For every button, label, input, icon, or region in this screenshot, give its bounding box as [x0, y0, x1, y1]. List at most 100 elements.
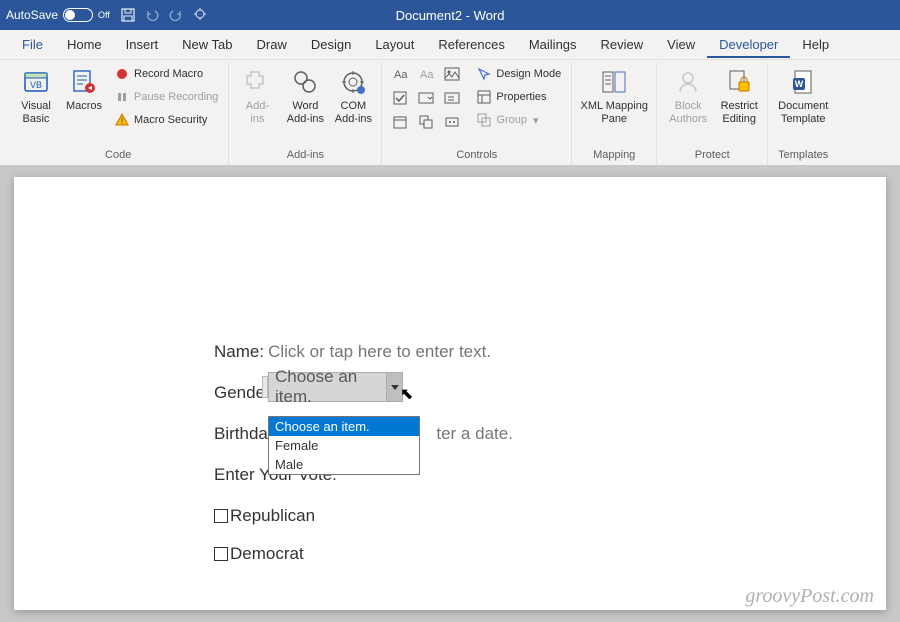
- macros-label: Macros: [66, 100, 102, 113]
- svg-text:W: W: [795, 79, 804, 89]
- group-icon: [476, 112, 492, 128]
- menu-bar: File Home Insert New Tab Draw Design Lay…: [0, 30, 900, 60]
- com-addins-icon: [337, 66, 369, 98]
- plain-text-control-icon[interactable]: Aa: [414, 63, 438, 85]
- tab-file[interactable]: File: [10, 31, 55, 58]
- addins-button: Add- ins: [235, 63, 279, 128]
- addins-icon: [241, 66, 273, 98]
- legacy-tools-icon[interactable]: [440, 111, 464, 133]
- xml-mapping-icon: [598, 66, 630, 98]
- name-placeholder[interactable]: Click or tap here to enter text.: [268, 342, 491, 362]
- group-controls-label: Controls: [456, 147, 497, 165]
- autosave-toggle[interactable]: AutoSave Off: [6, 8, 110, 22]
- xml-mapping-button[interactable]: XML Mapping Pane: [578, 63, 650, 128]
- toggle-icon: [63, 8, 93, 22]
- tab-view[interactable]: View: [655, 31, 707, 58]
- rich-text-control-icon[interactable]: Aa: [388, 63, 412, 85]
- tab-draw[interactable]: Draw: [245, 31, 299, 58]
- republican-label: Republican: [230, 506, 315, 526]
- cursor-icon: ⬉: [400, 384, 413, 404]
- tab-home[interactable]: Home: [55, 31, 114, 58]
- tab-insert[interactable]: Insert: [114, 31, 171, 58]
- autosave-label: AutoSave: [6, 8, 58, 22]
- group-protect-label: Protect: [695, 147, 730, 165]
- design-mode-icon: [476, 66, 492, 82]
- tab-help[interactable]: Help: [790, 31, 841, 58]
- tab-review[interactable]: Review: [589, 31, 656, 58]
- undo-icon[interactable]: [144, 7, 160, 23]
- redo-icon[interactable]: [168, 7, 184, 23]
- title-bar: AutoSave Off Document2 - Word: [0, 0, 900, 30]
- pause-icon: [114, 89, 130, 105]
- block-authors-icon: [672, 66, 704, 98]
- group-templates: WDocument Template Templates: [768, 63, 838, 165]
- document-template-button[interactable]: WDocument Template: [774, 63, 832, 128]
- group-code-label: Code: [105, 147, 131, 165]
- word-addins-button[interactable]: Word Add-ins: [283, 63, 327, 128]
- macro-security-button[interactable]: !Macro Security: [110, 109, 222, 131]
- restrict-editing-button[interactable]: Restrict Editing: [717, 63, 761, 128]
- name-label: Name:: [214, 342, 264, 362]
- group-templates-label: Templates: [778, 147, 828, 165]
- gender-dropdown-list: Choose an item. Female Male: [268, 416, 420, 475]
- dropdown-option-male[interactable]: Male: [269, 455, 419, 474]
- group-button: Group▾: [472, 109, 565, 131]
- controls-gallery: Aa Aa: [388, 63, 464, 133]
- gender-dropdown[interactable]: Choose an item.: [268, 372, 403, 402]
- svg-text:Aa: Aa: [420, 69, 434, 81]
- democrat-option[interactable]: Democrat: [214, 544, 886, 564]
- properties-button[interactable]: Properties: [472, 86, 565, 108]
- tab-newtab[interactable]: New Tab: [170, 31, 244, 58]
- properties-icon: [476, 89, 492, 105]
- document-template-icon: W: [787, 66, 819, 98]
- autosave-state: Off: [98, 10, 110, 20]
- picture-control-icon[interactable]: [440, 63, 464, 85]
- tab-developer[interactable]: Developer: [707, 31, 790, 58]
- word-addins-icon: [289, 66, 321, 98]
- democrat-label: Democrat: [230, 544, 304, 564]
- svg-text:Aa: Aa: [394, 69, 408, 81]
- pause-recording-button: Pause Recording: [110, 86, 222, 108]
- birthday-placeholder[interactable]: ter a date.: [436, 424, 513, 444]
- visual-basic-label: Visual Basic: [21, 100, 51, 125]
- ribbon: VB Visual Basic Macros Record Macro Paus…: [0, 60, 900, 165]
- dropdown-control-icon[interactable]: [440, 87, 464, 109]
- group-code: VB Visual Basic Macros Record Macro Paus…: [8, 63, 229, 165]
- workspace: Name: Click or tap here to enter text. G…: [0, 165, 900, 622]
- name-field: Name: Click or tap here to enter text.: [214, 342, 886, 362]
- gender-dropdown-text: Choose an item.: [269, 367, 386, 407]
- tab-layout[interactable]: Layout: [363, 31, 426, 58]
- svg-text:VB: VB: [30, 80, 42, 90]
- document-page[interactable]: Name: Click or tap here to enter text. G…: [14, 177, 886, 610]
- tab-references[interactable]: References: [426, 31, 516, 58]
- tab-mailings[interactable]: Mailings: [517, 31, 589, 58]
- republican-option[interactable]: Republican: [214, 506, 886, 526]
- warning-icon: !: [114, 112, 130, 128]
- watermark: groovyPost.com: [745, 585, 874, 608]
- svg-text:!: !: [121, 116, 124, 126]
- checkbox-icon[interactable]: [214, 509, 228, 523]
- com-addins-button[interactable]: COM Add-ins: [331, 63, 375, 128]
- date-control-icon[interactable]: [388, 111, 412, 133]
- quick-access-toolbar: [120, 7, 208, 23]
- tab-design[interactable]: Design: [299, 31, 363, 58]
- dropdown-option-placeholder[interactable]: Choose an item.: [269, 417, 419, 436]
- dropdown-option-female[interactable]: Female: [269, 436, 419, 455]
- design-mode-button[interactable]: Design Mode: [472, 63, 565, 85]
- group-mapping-label: Mapping: [593, 147, 635, 165]
- checkbox-control-icon[interactable]: [388, 87, 412, 109]
- visual-basic-button[interactable]: VB Visual Basic: [14, 63, 58, 128]
- save-icon[interactable]: [120, 7, 136, 23]
- visual-basic-icon: VB: [20, 66, 52, 98]
- repeating-control-icon[interactable]: [414, 111, 438, 133]
- touch-mode-icon[interactable]: [192, 7, 208, 23]
- document-title: Document2 - Word: [396, 8, 505, 23]
- checkbox-icon[interactable]: [214, 547, 228, 561]
- group-addins-label: Add-ins: [287, 147, 324, 165]
- combobox-control-icon[interactable]: [414, 87, 438, 109]
- group-mapping: XML Mapping Pane Mapping: [572, 63, 657, 165]
- macros-button[interactable]: Macros: [62, 63, 106, 116]
- restrict-editing-icon: [723, 66, 755, 98]
- record-macro-button[interactable]: Record Macro: [110, 63, 222, 85]
- group-addins: Add- ins Word Add-ins COM Add-ins Add-in…: [229, 63, 382, 165]
